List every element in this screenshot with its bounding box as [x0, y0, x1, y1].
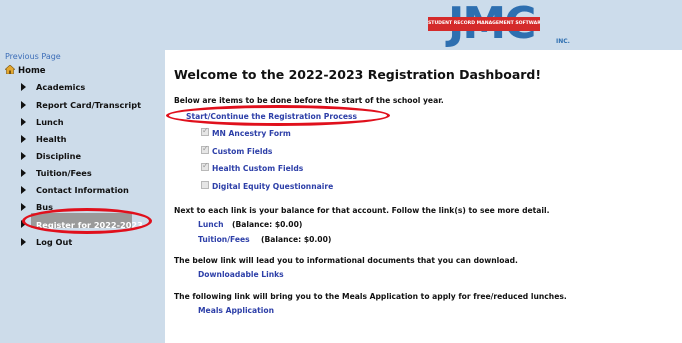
sidebar-item-academics[interactable]: Academics: [21, 82, 85, 92]
caret-right-icon: [21, 186, 26, 194]
sidebar-item-label: Log Out: [36, 237, 73, 247]
start-registration-link[interactable]: Start/Continue the Registration Process: [186, 112, 357, 121]
sidebar-item-label: Health: [36, 134, 67, 144]
home-icon: [5, 65, 15, 74]
caret-right-icon: [21, 169, 26, 177]
sidebar-item-lunch[interactable]: Lunch: [21, 117, 64, 127]
lunch-balance-value: (Balance: $0.00): [232, 220, 303, 229]
caret-right-icon: [21, 101, 26, 109]
custom-fields-checkbox[interactable]: [201, 144, 209, 154]
meals-application-link[interactable]: Meals Application: [198, 306, 274, 315]
custom-fields-link[interactable]: Custom Fields: [212, 147, 272, 156]
previous-page-link[interactable]: Previous Page: [5, 52, 61, 61]
mn-ancestry-link[interactable]: MN Ancestry Form: [212, 129, 291, 138]
sidebar-item-label: Lunch: [36, 117, 64, 127]
sidebar-item-label: Tuition/Fees: [36, 168, 92, 178]
sidebar-item-report-card[interactable]: Report Card/Transcript: [21, 100, 141, 110]
mn-ancestry-checkbox[interactable]: [201, 126, 209, 136]
intro-text: Below are items to be done before the st…: [174, 96, 444, 105]
caret-right-icon: [21, 152, 26, 160]
home-link[interactable]: Home: [5, 65, 46, 76]
home-label: Home: [18, 66, 46, 76]
sidebar-item-log-out[interactable]: Log Out: [21, 237, 72, 247]
caret-right-icon: [21, 135, 26, 143]
caret-right-icon: [21, 203, 26, 211]
sidebar-item-contact-information[interactable]: Contact Information: [21, 185, 129, 195]
downloadable-links[interactable]: Downloadable Links: [198, 270, 284, 279]
logo-suffix: INC.: [556, 38, 570, 45]
sidebar-item-label: Academics: [36, 82, 86, 92]
sidebar-item-discipline[interactable]: Discipline: [21, 151, 81, 161]
caret-right-icon: [21, 238, 26, 246]
caret-right-icon: [21, 118, 26, 126]
sidebar-item-bus[interactable]: Bus: [21, 202, 53, 212]
sidebar: Previous Page Home Academics Report Card…: [0, 50, 165, 343]
sidebar-item-label: Register for 2022-2023: [36, 220, 143, 230]
logo-tagline: STUDENT RECORD MANAGEMENT SOFTWARE: [428, 17, 540, 31]
jmc-logo: JMC STUDENT RECORD MANAGEMENT SOFTWARE I…: [420, 0, 570, 49]
lunch-balance-link[interactable]: Lunch: [198, 220, 224, 229]
page-title: Welcome to the 2022-2023 Registration Da…: [174, 67, 542, 82]
tuition-balance-value: (Balance: $0.00): [261, 235, 332, 244]
sidebar-item-label: Contact Information: [36, 185, 129, 195]
sidebar-item-register-active[interactable]: Register for 2022-2023: [31, 213, 143, 230]
docs-intro-text: The below link will lead you to informat…: [174, 256, 518, 265]
sidebar-item-label: Report Card/Transcript: [36, 100, 141, 110]
health-custom-fields-checkbox[interactable]: [201, 161, 209, 171]
caret-right-icon: [21, 83, 26, 91]
sidebar-item-label: Discipline: [36, 151, 81, 161]
sidebar-item-health[interactable]: Health: [21, 134, 66, 144]
health-custom-fields-link[interactable]: Health Custom Fields: [212, 164, 303, 173]
balance-intro-text: Next to each link is your balance for th…: [174, 206, 550, 215]
caret-right-icon: [21, 220, 26, 228]
meals-intro-text: The following link will bring you to the…: [174, 292, 567, 301]
sidebar-item-label: Bus: [36, 202, 53, 212]
header: JMC STUDENT RECORD MANAGEMENT SOFTWARE I…: [0, 0, 682, 50]
tuition-balance-link[interactable]: Tuition/Fees: [198, 235, 250, 244]
digital-equity-checkbox[interactable]: [201, 181, 209, 189]
digital-equity-link[interactable]: Digital Equity Questionnaire: [212, 182, 333, 191]
sidebar-item-tuition-fees[interactable]: Tuition/Fees: [21, 168, 92, 178]
